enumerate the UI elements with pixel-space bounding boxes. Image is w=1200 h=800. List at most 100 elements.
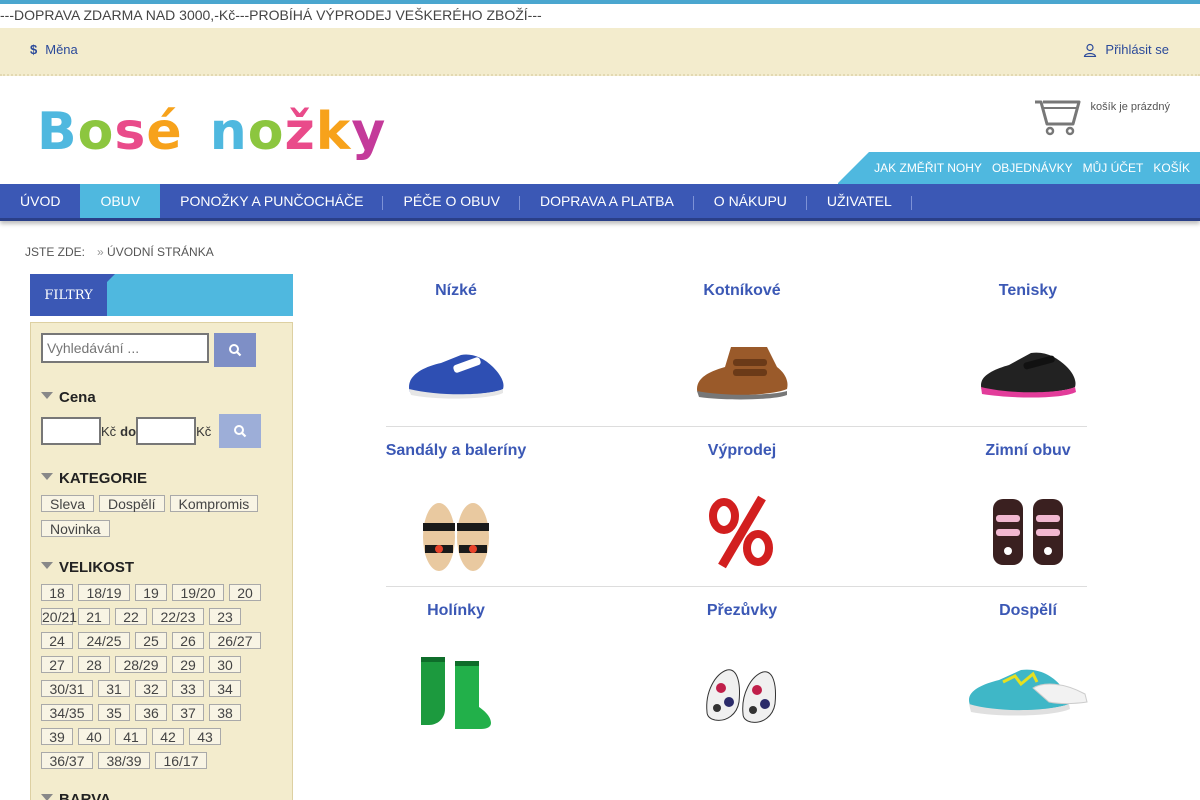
size-chip[interactable]: 21	[78, 608, 110, 625]
size-chip[interactable]: 19	[135, 584, 167, 601]
ankle-shoe-icon[interactable]	[677, 322, 807, 422]
size-chip[interactable]: 23	[209, 608, 241, 625]
login-link[interactable]: Přihlásit se	[1083, 42, 1169, 57]
adult-shoe-icon[interactable]	[963, 642, 1093, 742]
size-chip[interactable]: 18/19	[78, 584, 130, 601]
size-chip[interactable]: 24/25	[78, 632, 130, 649]
size-chip[interactable]: 19/20	[172, 584, 224, 601]
winter-boot-icon[interactable]	[963, 482, 1093, 582]
category-title[interactable]: Holínky	[313, 602, 599, 622]
size-chip[interactable]: 20	[229, 584, 261, 601]
size-chip[interactable]: 36	[135, 704, 167, 721]
price-to-input[interactable]	[136, 417, 197, 445]
nav-item-pece[interactable]: PÉČE O OBUV	[383, 184, 520, 218]
size-chip[interactable]: 22	[115, 608, 147, 625]
size-chip[interactable]: 22/23	[152, 608, 204, 625]
size-chip[interactable]: 38	[209, 704, 241, 721]
size-chip[interactable]: 16/17	[155, 752, 207, 769]
subnav-my-account[interactable]: MŮJ ÚČET	[1083, 161, 1144, 175]
size-chip[interactable]: 36/37	[41, 752, 93, 769]
percent-icon[interactable]	[677, 482, 807, 582]
category-chip[interactable]: Dospělí	[99, 495, 165, 512]
size-chip[interactable]: 26/27	[209, 632, 261, 649]
size-chip[interactable]: 34	[209, 680, 241, 697]
subnav-orders[interactable]: OBJEDNÁVKY	[992, 161, 1073, 175]
site-logo[interactable]: Bosé nožky	[37, 102, 386, 162]
size-chip[interactable]: 37	[172, 704, 204, 721]
category-title[interactable]: Kotníkové	[599, 282, 885, 302]
rain-boot-icon[interactable]	[391, 642, 521, 742]
size-chip[interactable]: 38/39	[98, 752, 150, 769]
filter-sidebar: FILTRY Cena Kč do Kč	[30, 274, 293, 800]
nav-item-ponozky[interactable]: PONOŽKY A PUNČOCHÁČE	[160, 184, 384, 218]
category-vyprodej[interactable]: Výprodej	[599, 442, 885, 602]
category-chip[interactable]: Novinka	[41, 520, 110, 537]
size-chip[interactable]: 33	[172, 680, 204, 697]
category-chip[interactable]: Sleva	[41, 495, 95, 512]
nav-item-doprava[interactable]: DOPRAVA A PLATBA	[520, 184, 694, 218]
breadcrumb-current[interactable]: ÚVODNÍ STRÁNKA	[107, 245, 214, 259]
search-input[interactable]	[41, 333, 209, 363]
category-title[interactable]: Přezůvky	[599, 602, 885, 622]
size-chip[interactable]: 24	[41, 632, 73, 649]
size-chip[interactable]: 26	[172, 632, 204, 649]
category-title[interactable]: Nízké	[313, 282, 599, 302]
category-title[interactable]: Výprodej	[599, 442, 885, 462]
currency-selector[interactable]: $ Měna	[30, 42, 78, 57]
subnav-cart[interactable]: KOŠÍK	[1153, 161, 1190, 175]
category-kotnikove[interactable]: Kotníkové	[599, 282, 885, 442]
size-chip[interactable]: 20/21	[41, 608, 77, 625]
size-chip[interactable]: 39	[41, 728, 73, 745]
low-shoe-icon[interactable]	[391, 322, 521, 422]
category-title[interactable]: Tenisky	[885, 282, 1171, 302]
category-sandaly[interactable]: Sandály a baleríny	[313, 442, 599, 602]
size-chip[interactable]: 43	[189, 728, 221, 745]
sandal-icon[interactable]	[391, 482, 521, 582]
size-chip[interactable]: 25	[135, 632, 167, 649]
slipper-icon[interactable]	[677, 642, 807, 742]
search-button[interactable]	[214, 333, 256, 367]
sneaker-icon[interactable]	[963, 322, 1093, 422]
size-chip[interactable]: 30/31	[41, 680, 93, 697]
size-chip[interactable]: 29	[172, 656, 204, 673]
size-chip[interactable]: 32	[135, 680, 167, 697]
size-chip[interactable]: 28	[78, 656, 110, 673]
color-title-label: BARVA	[59, 791, 111, 800]
category-filter-title[interactable]: KATEGORIE	[41, 470, 282, 487]
size-chip[interactable]: 34/35	[41, 704, 93, 721]
category-zimni-obuv[interactable]: Zimní obuv	[885, 442, 1171, 602]
size-chip[interactable]: 28/29	[115, 656, 167, 673]
nav-item-o-nakupu[interactable]: O NÁKUPU	[694, 184, 807, 218]
size-chip[interactable]: 18	[41, 584, 73, 601]
nav-label: ÚVOD	[20, 193, 61, 209]
size-chip[interactable]: 40	[78, 728, 110, 745]
nav-item-uvod[interactable]: ÚVOD	[0, 184, 80, 218]
category-nizke[interactable]: Nízké	[313, 282, 599, 442]
size-chip[interactable]: 27	[41, 656, 73, 673]
filter-tab[interactable]: FILTRY	[30, 274, 115, 316]
subnav-measure-feet[interactable]: JAK ZMĚŘIT NOHY	[874, 161, 982, 175]
category-chip[interactable]: Kompromis	[169, 495, 259, 512]
price-from-input[interactable]	[41, 417, 101, 445]
category-dospeli[interactable]: Dospělí	[885, 602, 1171, 762]
price-search-button[interactable]	[219, 414, 262, 448]
category-holinky[interactable]: Holínky	[313, 602, 599, 762]
price-filter-title[interactable]: Cena	[41, 389, 282, 406]
nav-label: UŽIVATEL	[826, 193, 892, 209]
size-chip[interactable]: 42	[152, 728, 184, 745]
size-chip[interactable]: 31	[98, 680, 130, 697]
size-chip[interactable]: 30	[209, 656, 241, 673]
category-title[interactable]: Dospělí	[885, 602, 1171, 622]
currency-label: Měna	[45, 42, 78, 57]
nav-item-uzivatel[interactable]: UŽIVATEL	[807, 184, 912, 218]
category-title[interactable]: Sandály a baleríny	[313, 442, 599, 462]
category-title[interactable]: Zimní obuv	[885, 442, 1171, 462]
category-prezuvky[interactable]: Přezůvky	[599, 602, 885, 762]
category-tenisky[interactable]: Tenisky	[885, 282, 1171, 442]
size-filter-title[interactable]: VELIKOST	[41, 559, 282, 576]
cart-widget[interactable]: košík je prázdný	[1033, 96, 1170, 136]
size-chip[interactable]: 35	[98, 704, 130, 721]
color-filter-title[interactable]: BARVA	[41, 791, 282, 800]
size-chip[interactable]: 41	[115, 728, 147, 745]
nav-item-obuv[interactable]: OBUV	[80, 184, 161, 218]
